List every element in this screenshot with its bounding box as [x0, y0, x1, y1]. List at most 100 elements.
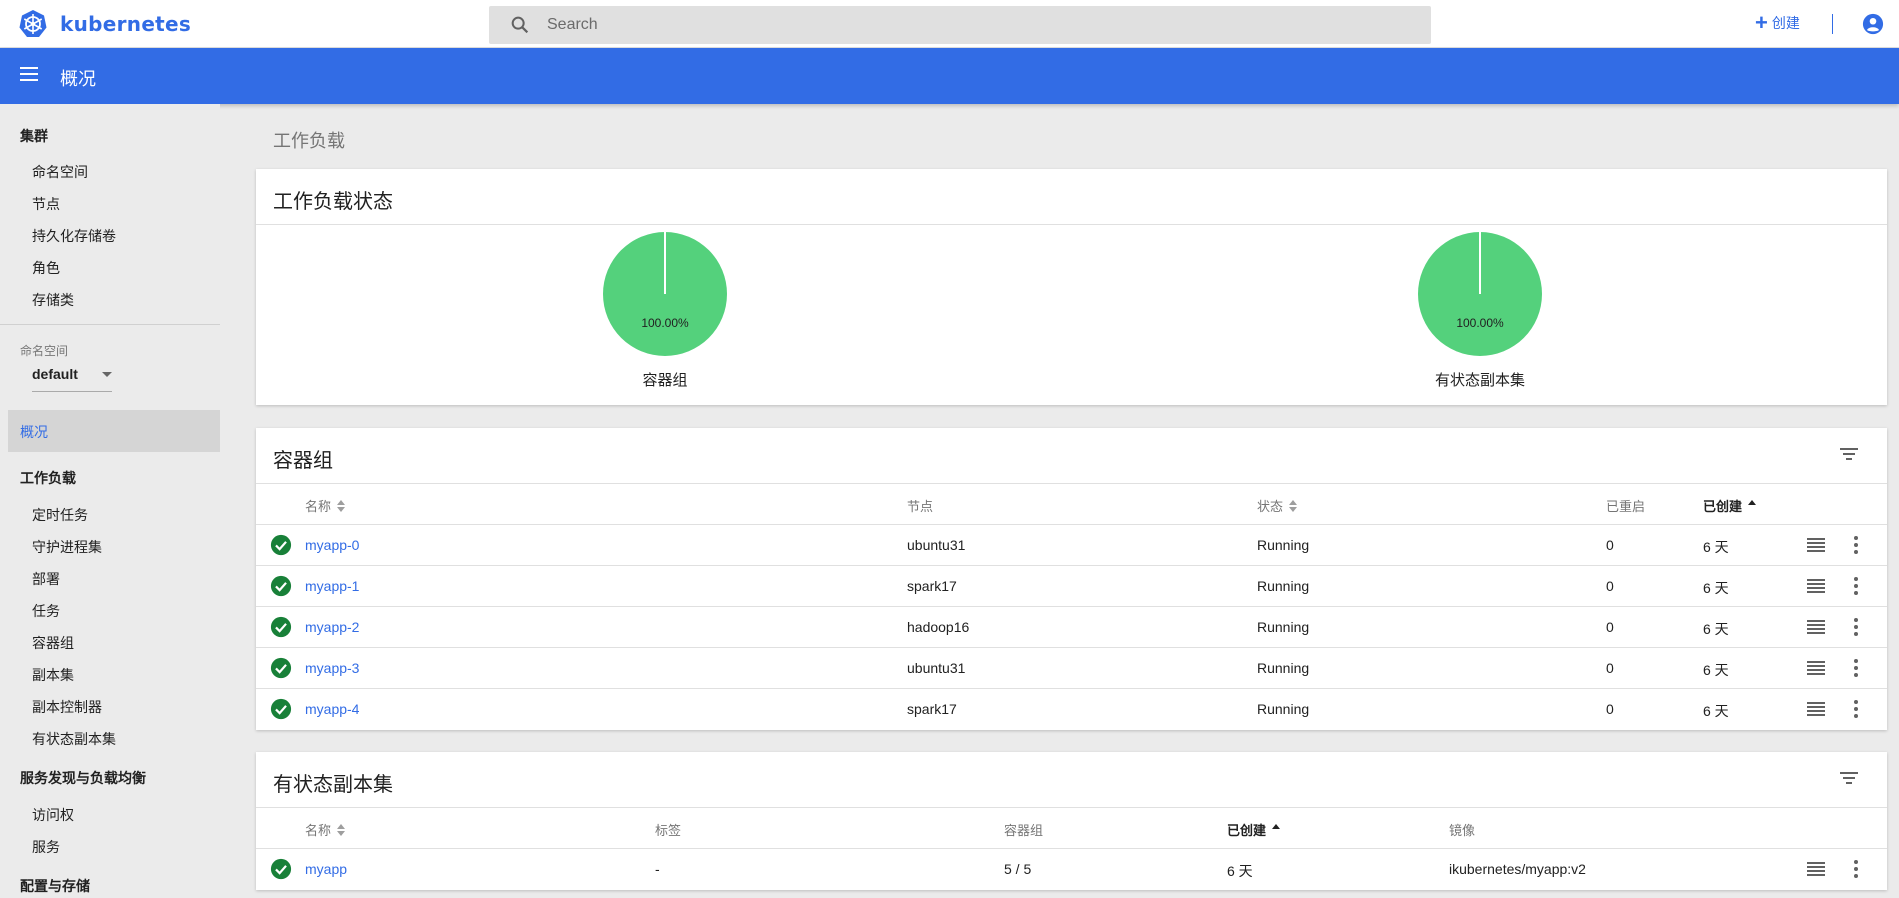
statefulset-image: ikubernetes/myapp:v2	[1449, 861, 1586, 877]
column-header-label: 节点	[907, 499, 934, 514]
logs-icon[interactable]	[1807, 578, 1825, 594]
column-header-restarts: 已重启	[1606, 496, 1645, 515]
namespace-select-value: default	[32, 366, 78, 382]
column-header-label: 镜像	[1449, 823, 1476, 838]
column-header-name[interactable]: 名称	[305, 820, 346, 839]
logs-icon[interactable]	[1807, 701, 1825, 717]
pod-restarts: 0	[1606, 578, 1614, 594]
pie-chart-label: 有状态副本集	[1434, 372, 1525, 389]
column-header-label: 状态	[1257, 499, 1284, 514]
column-header-status[interactable]: 状态	[1257, 496, 1298, 515]
check-circle-icon	[270, 698, 292, 720]
sidebar-item-persistent-volumes[interactable]: 持久化存储卷	[32, 226, 116, 246]
sidebar-item-deployments[interactable]: 部署	[32, 569, 60, 589]
namespace-select[interactable]: default	[32, 366, 112, 392]
sidebar-header-cluster[interactable]: 集群	[20, 126, 48, 146]
sidebar-item-overview[interactable]: 概况	[8, 410, 220, 452]
topbar-divider	[1832, 14, 1833, 34]
pod-name-link[interactable]: myapp-2	[305, 619, 359, 635]
hamburger-menu-icon[interactable]	[20, 66, 40, 82]
sort-ascending-icon	[1272, 823, 1281, 836]
more-vert-icon[interactable]	[1853, 617, 1859, 637]
dropdown-caret-icon	[102, 372, 112, 377]
check-circle-icon	[270, 657, 292, 679]
card-divider	[256, 483, 1887, 484]
section-heading-workloads: 工作负载	[273, 131, 345, 151]
sidebar-item-ingresses[interactable]: 访问权	[32, 805, 74, 825]
pod-created: 6 天	[1703, 621, 1729, 637]
statefulset-name-link[interactable]: myapp	[305, 861, 347, 877]
sort-icon	[337, 499, 346, 512]
sidebar-item-stateful-sets[interactable]: 有状态副本集	[32, 729, 116, 749]
more-vert-icon[interactable]	[1853, 535, 1859, 555]
pod-node: spark17	[907, 578, 957, 594]
more-vert-icon[interactable]	[1853, 576, 1859, 596]
pod-name-link[interactable]: myapp-0	[305, 537, 359, 553]
page-toolbar: 概况	[0, 48, 1899, 104]
more-vert-icon[interactable]	[1853, 658, 1859, 678]
brand[interactable]: kubernetes	[18, 9, 191, 39]
pod-name-link[interactable]: myapp-3	[305, 660, 359, 676]
pie-chart: 100.00%	[603, 232, 727, 356]
account-icon[interactable]	[1862, 13, 1884, 35]
logs-icon[interactable]	[1807, 619, 1825, 635]
pod-name-link[interactable]: myapp-4	[305, 701, 359, 717]
card-divider	[256, 807, 1887, 808]
logs-icon[interactable]	[1807, 861, 1825, 877]
sidebar-item-replication-controllers[interactable]: 副本控制器	[32, 697, 102, 717]
create-button[interactable]: + 创建	[1755, 12, 1800, 34]
more-vert-icon[interactable]	[1853, 699, 1859, 719]
pie-percent-label: 100.00%	[1456, 316, 1504, 330]
table-row: myapp-2 hadoop16 Running 0 6 天	[256, 606, 1887, 647]
check-circle-icon	[270, 575, 292, 597]
pod-node: spark17	[907, 701, 957, 717]
sidebar-item-pods[interactable]: 容器组	[32, 633, 74, 653]
sort-icon	[337, 823, 346, 836]
sidebar-divider	[0, 324, 220, 325]
more-vert-icon[interactable]	[1853, 859, 1859, 879]
sidebar-item-storage-classes[interactable]: 存储类	[32, 290, 74, 310]
sidebar-item-jobs[interactable]: 任务	[32, 601, 60, 621]
statefulset-labels: -	[655, 861, 660, 877]
filter-icon[interactable]	[1839, 770, 1859, 786]
sidebar-item-namespaces[interactable]: 命名空间	[32, 162, 88, 182]
sort-icon	[1289, 499, 1298, 512]
filter-icon[interactable]	[1839, 446, 1859, 462]
column-header-pods: 容器组	[1004, 820, 1043, 839]
pod-name-link[interactable]: myapp-1	[305, 578, 359, 594]
table-row: myapp-3 ubuntu31 Running 0 6 天	[256, 647, 1887, 688]
card-title: 容器组	[273, 450, 333, 472]
pods-card: 容器组 名称 节点 状态 已重启 已创建 myapp-0 ubuntu31 Runn…	[256, 428, 1887, 730]
search-input[interactable]	[547, 16, 1347, 34]
page-title: 概况	[60, 69, 96, 89]
kubernetes-logo-icon	[19, 10, 47, 37]
card-title: 工作负载状态	[273, 191, 393, 213]
sidebar-header-discovery[interactable]: 服务发现与负载均衡	[20, 768, 146, 788]
sidebar-item-daemon-sets[interactable]: 守护进程集	[32, 537, 102, 557]
column-header-labels: 标签	[655, 820, 681, 839]
column-header-label: 容器组	[1004, 823, 1044, 838]
sidebar-item-cron-jobs[interactable]: 定时任务	[32, 505, 88, 525]
sidebar-item-services[interactable]: 服务	[32, 837, 60, 857]
pie-percent-label: 100.00%	[641, 316, 689, 330]
sidebar: 集群 命名空间 节点 持久化存储卷 角色 存储类 命名空间 default 概况…	[0, 104, 220, 898]
pod-status: Running	[1257, 537, 1310, 553]
logs-icon[interactable]	[1807, 660, 1825, 676]
sidebar-header-config-storage[interactable]: 配置与存储	[20, 876, 90, 896]
column-header-name[interactable]: 名称	[305, 496, 346, 515]
column-header-created[interactable]: 已创建	[1227, 820, 1281, 839]
column-header-created[interactable]: 已创建	[1703, 496, 1757, 515]
pod-created: 6 天	[1703, 703, 1729, 719]
sidebar-item-replica-sets[interactable]: 副本集	[32, 665, 74, 685]
pod-node: ubuntu31	[907, 660, 966, 676]
pod-status: Running	[1257, 619, 1310, 635]
sidebar-item-roles[interactable]: 角色	[32, 258, 60, 278]
pod-status: Running	[1257, 660, 1310, 676]
sidebar-item-nodes[interactable]: 节点	[32, 194, 60, 214]
pod-created: 6 天	[1703, 580, 1729, 596]
search-bar[interactable]	[489, 6, 1431, 44]
pod-node: ubuntu31	[907, 537, 966, 553]
statefulsets-card: 有状态副本集 名称 标签 容器组 已创建 镜像 myapp - 5 / 5 6 天 ik…	[256, 752, 1887, 890]
sidebar-header-workloads[interactable]: 工作负载	[20, 468, 76, 488]
logs-icon[interactable]	[1807, 537, 1825, 553]
